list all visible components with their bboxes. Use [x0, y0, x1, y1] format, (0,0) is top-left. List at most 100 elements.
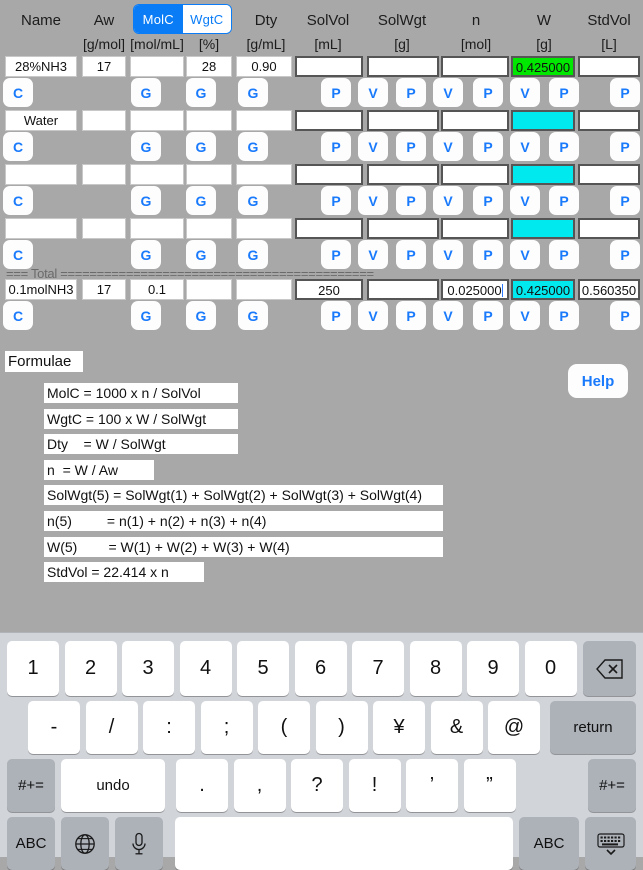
conc-mode-segmented-control[interactable]: MolC WgtC [133, 4, 232, 34]
key-digit-5[interactable]: 5 [237, 641, 289, 696]
cell-solwgt-3[interactable] [367, 218, 439, 239]
cell-molc-1[interactable] [130, 110, 184, 131]
cell-aw-0[interactable]: 17 [82, 56, 126, 77]
btn-stdvol_p-3[interactable]: P [610, 240, 640, 269]
btn-n_p-3[interactable]: P [473, 240, 503, 269]
key-symbol-2[interactable]: : [143, 701, 195, 754]
cell-w-3[interactable] [511, 218, 575, 239]
key-symbol-0[interactable]: - [28, 701, 80, 754]
btn-stdvol_p-0[interactable]: P [610, 78, 640, 107]
help-button[interactable]: Help [568, 364, 628, 398]
btn-solwgt_v-total[interactable]: V [358, 301, 388, 330]
total-dty[interactable] [236, 279, 292, 300]
cell-name-1[interactable]: Water [5, 110, 77, 131]
btn-w_p-3[interactable]: P [549, 240, 579, 269]
segment-molc[interactable]: MolC [134, 5, 183, 33]
btn-n_v-1[interactable]: V [433, 132, 463, 161]
btn-solwgt_v-0[interactable]: V [358, 78, 388, 107]
key-digit-4[interactable]: 4 [179, 641, 232, 696]
btn-solvol_p-2[interactable]: P [321, 186, 351, 215]
btn-molc-total[interactable]: G [131, 301, 161, 330]
space-key[interactable] [175, 817, 513, 870]
total-stdvol[interactable]: 0.560350 [578, 279, 640, 300]
total-molc[interactable]: 0.1 [130, 279, 184, 300]
key-punct-0[interactable]: . [176, 759, 228, 812]
total-solwgt[interactable] [367, 279, 439, 300]
cell-molc-2[interactable] [130, 164, 184, 185]
abc-key-right[interactable]: ABC [519, 817, 579, 870]
btn-w_p-2[interactable]: P [549, 186, 579, 215]
cell-stdvol-0[interactable] [578, 56, 640, 77]
btn-w_p-1[interactable]: P [549, 132, 579, 161]
btn-name-3[interactable]: C [3, 240, 33, 269]
btn-n_p-2[interactable]: P [473, 186, 503, 215]
cell-name-0[interactable]: 28%NH3 [5, 56, 77, 77]
btn-stdvol_p-total[interactable]: P [610, 301, 640, 330]
backspace-icon[interactable] [583, 641, 636, 696]
key-punct-4[interactable]: ’ [406, 759, 458, 812]
btn-solwgt_p-0[interactable]: P [396, 78, 426, 107]
key-punct-5[interactable]: ” [463, 759, 516, 812]
btn-solvol_p-3[interactable]: P [321, 240, 351, 269]
btn-n_p-0[interactable]: P [473, 78, 503, 107]
total-wgtc[interactable] [186, 279, 232, 300]
btn-n_v-2[interactable]: V [433, 186, 463, 215]
btn-name-1[interactable]: C [3, 132, 33, 161]
btn-stdvol_p-1[interactable]: P [610, 132, 640, 161]
cell-dty-2[interactable] [236, 164, 292, 185]
btn-name-2[interactable]: C [3, 186, 33, 215]
cell-n-0[interactable] [441, 56, 509, 77]
btn-w_v-1[interactable]: V [510, 132, 540, 161]
cell-solvol-0[interactable] [295, 56, 363, 77]
key-digit-8[interactable]: 8 [409, 641, 462, 696]
cell-stdvol-3[interactable] [578, 218, 640, 239]
cell-wgtc-2[interactable] [186, 164, 232, 185]
key-digit-2[interactable]: 2 [64, 641, 117, 696]
btn-solwgt_v-1[interactable]: V [358, 132, 388, 161]
btn-n_p-total[interactable]: P [473, 301, 503, 330]
cell-aw-1[interactable] [82, 110, 126, 131]
key-symbol-7[interactable]: & [430, 701, 483, 754]
keyboard-dismiss-icon[interactable] [585, 817, 636, 870]
btn-solvol_p-0[interactable]: P [321, 78, 351, 107]
key-punct-3[interactable]: ! [348, 759, 401, 812]
btn-w_v-3[interactable]: V [510, 240, 540, 269]
btn-stdvol_p-2[interactable]: P [610, 186, 640, 215]
btn-molc-2[interactable]: G [131, 186, 161, 215]
cell-n-2[interactable] [441, 164, 509, 185]
key-digit-9[interactable]: 9 [467, 641, 519, 696]
btn-solwgt_v-3[interactable]: V [358, 240, 388, 269]
key-digit-1[interactable]: 1 [7, 641, 59, 696]
cell-stdvol-2[interactable] [578, 164, 640, 185]
key-symbol-6[interactable]: ¥ [373, 701, 425, 754]
symbols-key-left[interactable]: #+= [7, 759, 55, 812]
key-symbol-1[interactable]: / [85, 701, 138, 754]
btn-n_v-total[interactable]: V [433, 301, 463, 330]
key-symbol-4[interactable]: ( [258, 701, 310, 754]
btn-solvol_p-1[interactable]: P [321, 132, 351, 161]
btn-w_p-total[interactable]: P [549, 301, 579, 330]
segment-wgtc[interactable]: WgtC [182, 5, 231, 33]
btn-name-0[interactable]: C [3, 78, 33, 107]
key-symbol-5[interactable]: ) [315, 701, 368, 754]
key-punct-1[interactable]: , [233, 759, 286, 812]
return-key[interactable]: return [550, 701, 636, 754]
cell-solwgt-2[interactable] [367, 164, 439, 185]
key-digit-3[interactable]: 3 [122, 641, 174, 696]
cell-aw-3[interactable] [82, 218, 126, 239]
cell-wgtc-0[interactable]: 28 [186, 56, 232, 77]
total-n[interactable]: 0.025000 [441, 279, 509, 300]
btn-solwgt_v-2[interactable]: V [358, 186, 388, 215]
cell-w-0[interactable]: 0.425000 [511, 56, 575, 77]
btn-n_p-1[interactable]: P [473, 132, 503, 161]
btn-molc-3[interactable]: G [131, 240, 161, 269]
btn-wgtc-0[interactable]: G [186, 78, 216, 107]
btn-solwgt_p-2[interactable]: P [396, 186, 426, 215]
key-digit-6[interactable]: 6 [294, 641, 347, 696]
btn-w_v-2[interactable]: V [510, 186, 540, 215]
total-solvol[interactable]: 250 [295, 279, 363, 300]
btn-wgtc-2[interactable]: G [186, 186, 216, 215]
cell-dty-3[interactable] [236, 218, 292, 239]
btn-solvol_p-total[interactable]: P [321, 301, 351, 330]
btn-w_p-0[interactable]: P [549, 78, 579, 107]
